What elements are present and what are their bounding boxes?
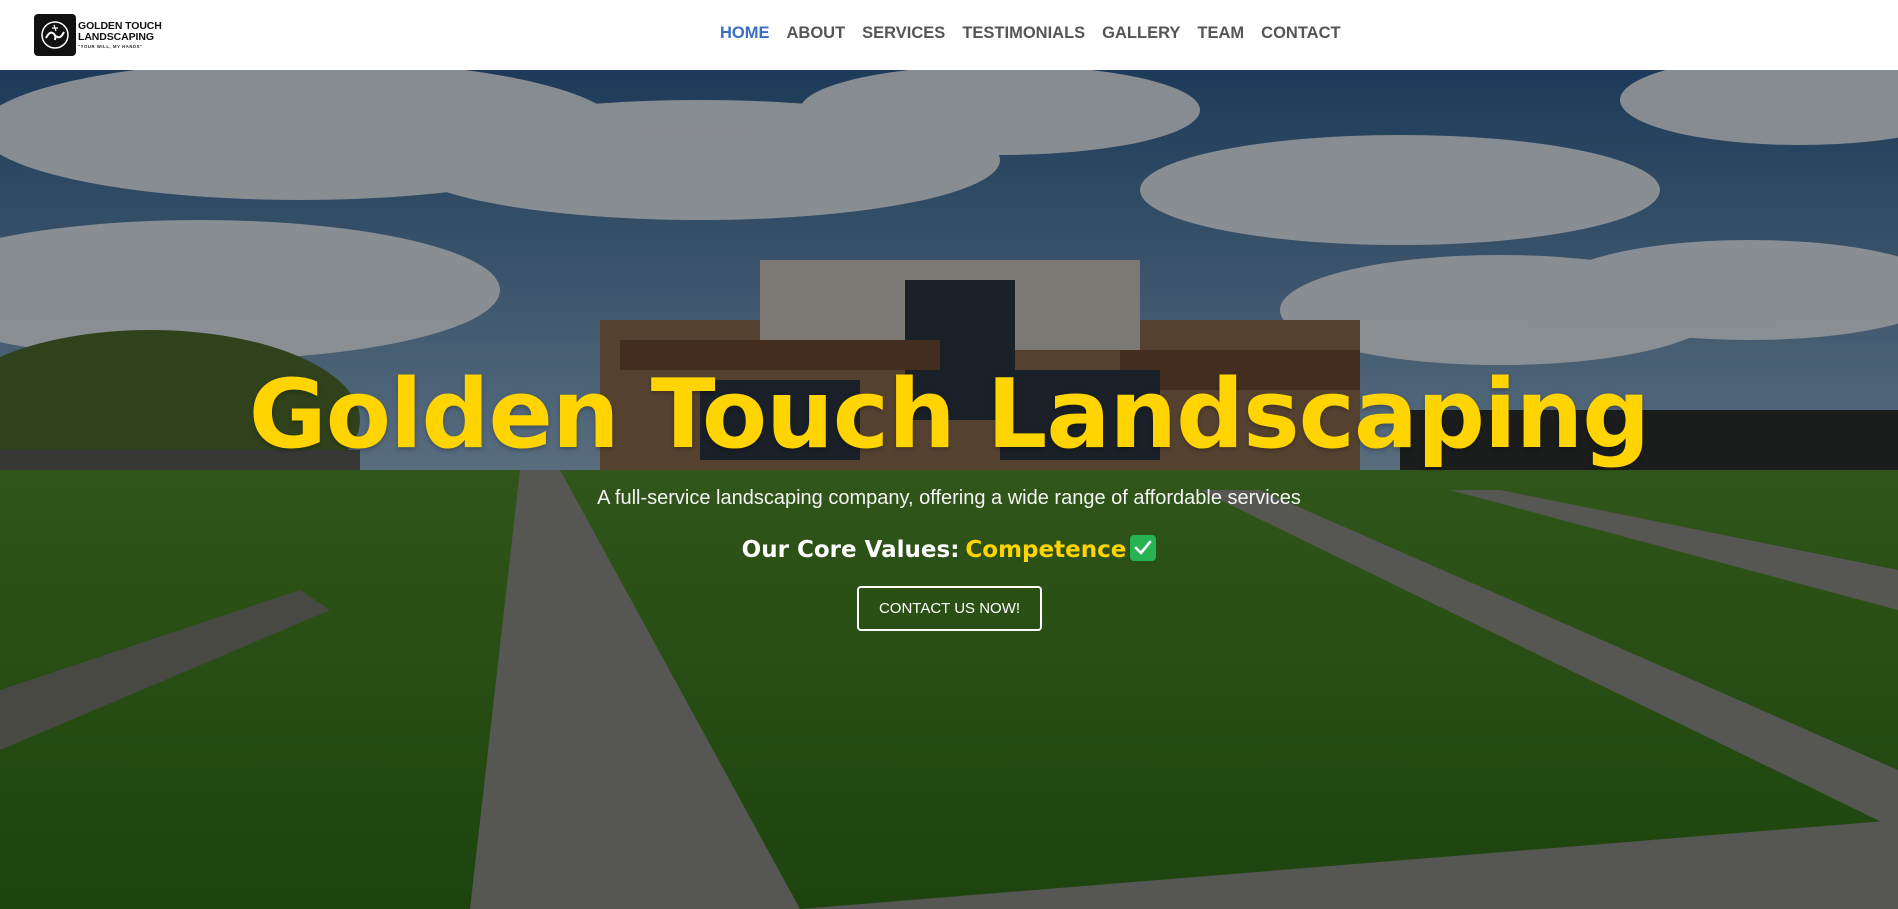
core-value-word: Competence	[965, 537, 1127, 563]
site-header: GOLDEN TOUCH LANDSCAPING "YOUR WILL, MY …	[0, 0, 1898, 70]
nav-item-testimonials[interactable]: TESTIMONIALS	[962, 24, 1085, 46]
contact-us-button[interactable]: CONTACT US NOW!	[857, 586, 1042, 631]
nav-item-services[interactable]: SERVICES	[862, 24, 945, 46]
logo-text: GOLDEN TOUCH LANDSCAPING "YOUR WILL, MY …	[78, 20, 162, 49]
logo-line-2: LANDSCAPING	[78, 30, 154, 43]
nav-item-team[interactable]: TEAM	[1197, 24, 1244, 46]
nav-item-gallery[interactable]: GALLERY	[1102, 24, 1180, 46]
core-values-label: Our Core Values:	[741, 537, 960, 563]
nav-item-home[interactable]: HOME	[720, 24, 770, 46]
logo-hands-icon	[34, 14, 76, 56]
hero-subtitle: A full-service landscaping company, offe…	[597, 487, 1301, 509]
main-nav: HOME ABOUT SERVICES TESTIMONIALS GALLERY…	[720, 24, 1358, 46]
logo[interactable]: GOLDEN TOUCH LANDSCAPING "YOUR WILL, MY …	[34, 14, 162, 56]
check-mark-icon	[1130, 535, 1157, 561]
hero-section: Golden Touch Landscaping A full-service …	[0, 70, 1898, 909]
core-values-line: Our Core Values: Competence	[0, 535, 1898, 563]
nav-item-contact[interactable]: CONTACT	[1261, 24, 1340, 46]
hero-title: Golden Touch Landscaping	[248, 360, 1651, 470]
logo-tagline: "YOUR WILL, MY HANDS"	[78, 43, 143, 49]
nav-item-about[interactable]: ABOUT	[787, 24, 846, 46]
